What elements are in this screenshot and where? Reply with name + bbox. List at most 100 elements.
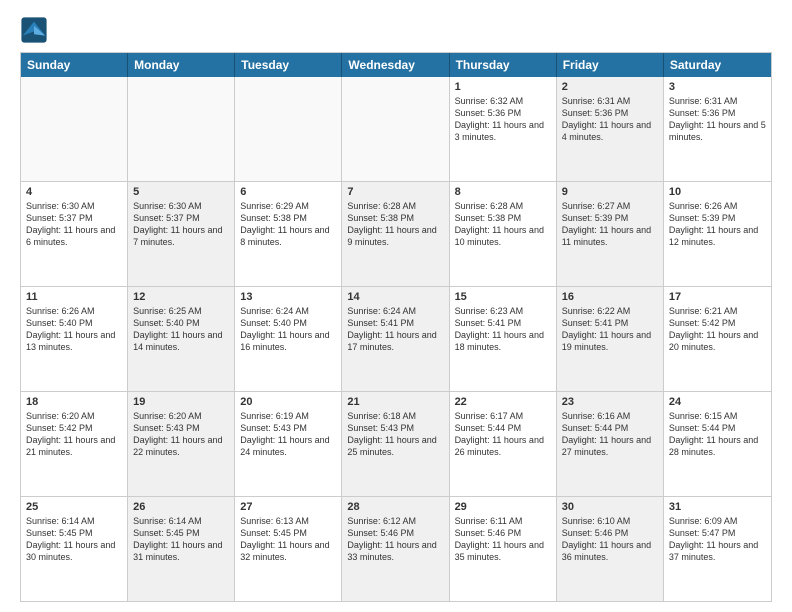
day-info-line: Sunset: 5:38 PM [347,213,414,223]
day-number: 14 [347,291,443,303]
calendar: SundayMondayTuesdayWednesdayThursdayFrid… [20,52,772,602]
calendar-cell: 30Sunrise: 6:10 AMSunset: 5:46 PMDayligh… [557,497,664,601]
header-day-tuesday: Tuesday [235,53,342,77]
day-number: 18 [26,396,122,408]
logo-icon [20,16,48,44]
day-number: 17 [669,291,766,303]
day-info-line: Daylight: 11 hours and 32 minutes. [240,540,329,562]
day-info-line: Sunrise: 6:26 AM [26,306,95,316]
day-info-line: Sunrise: 6:29 AM [240,201,309,211]
day-number: 10 [669,186,766,198]
day-info-line: Daylight: 11 hours and 6 minutes. [26,225,115,247]
day-info-line: Daylight: 11 hours and 10 minutes. [455,225,544,247]
day-number: 4 [26,186,122,198]
day-number: 22 [455,396,551,408]
calendar-week-4: 18 Sunrise: 6:20 AMSunset: 5:42 PMDayligh… [21,392,771,497]
calendar-cell: 9Sunrise: 6:27 AMSunset: 5:39 PMDaylight… [557,182,664,286]
day-number: 23 [562,396,658,408]
day-info-line: Sunset: 5:43 PM [133,423,200,433]
day-info: Sunrise: 6:30 AMSunset: 5:37 PMDaylight:… [133,200,229,249]
day-info-line: Sunset: 5:39 PM [562,213,629,223]
calendar-week-3: 11Sunrise: 6:26 AMSunset: 5:40 PMDayligh… [21,287,771,392]
day-info: Sunrise: 6:31 AMSunset: 5:36 PMDaylight:… [562,95,658,144]
day-info-line: Daylight: 11 hours and 35 minutes. [455,540,544,562]
day-info-line: Daylight: 11 hours and 26 minutes. [455,435,544,457]
page: SundayMondayTuesdayWednesdayThursdayFrid… [0,0,792,612]
day-info-line: Sunrise: 6:21 AM [669,306,738,316]
day-info-line: Sunset: 5:45 PM [133,528,200,538]
day-number: 3 [669,81,766,93]
day-info-line: Sunrise: 6:12 AM [347,516,416,526]
day-info-line: Sunset: 5:38 PM [240,213,307,223]
calendar-cell: 6 Sunrise: 6:29 AM Sunset: 5:38 PM Daylight… [235,182,342,286]
day-info-line: Daylight: 11 hours and 5 minutes. [669,120,766,142]
day-info-line: Sunrise: 6:31 AM [562,96,631,106]
day-info-line: Sunrise: 6:28 AM [347,201,416,211]
day-info: Sunrise: 6:18 AMSunset: 5:43 PMDaylight:… [347,410,443,459]
day-info: Sunrise: 6:15 AMSunset: 5:44 PMDaylight:… [669,410,766,459]
day-info-line: Daylight: 11 hours and 9 minutes. [347,225,436,247]
day-info-line: Daylight: 11 hours and 31 minutes. [133,540,222,562]
day-info: Sunrise: 6:26 AMSunset: 5:39 PMDaylight:… [669,200,766,249]
day-info-line: Sunset: 5:42 PM [26,423,93,433]
day-info-line: Sunrise: 6:30 AM [133,201,202,211]
day-info-line: Sunrise: 6:19 AM [240,411,309,421]
day-info: Sunrise: 6:29 AM Sunset: 5:38 PM Daylight:… [240,200,336,249]
day-number: 6 [240,186,336,198]
day-info-line: Daylight: 11 hours and 16 minutes. [240,330,329,352]
day-info-line: Daylight: 11 hours and 18 minutes. [455,330,544,352]
calendar-cell [128,77,235,181]
day-info: Sunrise: 6:27 AM Sunset: 5:39 PM Daylight:… [562,200,658,249]
day-info-line: Sunset: 5:46 PM [562,528,629,538]
day-number: 29 [455,501,551,513]
day-info-line: Sunset: 5:40 PM [133,318,200,328]
day-number: 19 [133,396,229,408]
calendar-cell: 12Sunrise: 6:25 AMSunset: 5:40 PMDayligh… [128,287,235,391]
day-info-line: Sunrise: 6:14 AM [26,516,95,526]
header-day-wednesday: Wednesday [342,53,449,77]
day-info: Sunrise: 6:24 AMSunset: 5:40 PMDaylight:… [240,305,336,354]
calendar-cell [235,77,342,181]
calendar-cell: 8Sunrise: 6:28 AMSunset: 5:38 PMDaylight… [450,182,557,286]
day-info: Sunrise: 6:13 AMSunset: 5:45 PMDaylight:… [240,515,336,564]
calendar-body: 1Sunrise: 6:32 AMSunset: 5:36 PMDaylight… [21,77,771,601]
day-info-line: Sunrise: 6:31 AM [669,96,738,106]
day-info-line: Sunset: 5:46 PM [455,528,522,538]
day-info: Sunrise: 6:22 AMSunset: 5:41 PMDaylight:… [562,305,658,354]
calendar-cell: 27Sunrise: 6:13 AMSunset: 5:45 PMDayligh… [235,497,342,601]
day-info-line: Sunrise: 6:14 AM [133,516,202,526]
day-info: Sunrise: 6:12 AMSunset: 5:46 PMDaylight:… [347,515,443,564]
calendar-cell [21,77,128,181]
day-number: 28 [347,501,443,513]
day-info: Sunrise: 6:28 AM Sunset: 5:38 PM Daylight:… [347,200,443,249]
day-info-line: Sunrise: 6:17 AM [455,411,524,421]
day-info-line: Daylight: 11 hours and 22 minutes. [133,435,222,457]
day-info-line: Sunset: 5:37 PM [133,213,200,223]
day-info-line: Daylight: 11 hours and 8 minutes. [240,225,329,247]
day-info-line: Sunset: 5:43 PM [347,423,414,433]
day-number: 1 [455,81,551,93]
day-info: Sunrise: 6:17 AMSunset: 5:44 PMDaylight:… [455,410,551,459]
day-info: Sunrise: 6:21 AMSunset: 5:42 PMDaylight:… [669,305,766,354]
day-info: Sunrise: 6:20 AMSunset: 5:42 PMDaylight:… [26,410,122,459]
day-info-line: Sunrise: 6:27 AM [562,201,631,211]
header-day-friday: Friday [557,53,664,77]
calendar-week-2: 4 Sunrise: 6:30 AM Sunset: 5:37 PM Daylight… [21,182,771,287]
day-info-line: Sunset: 5:36 PM [455,108,522,118]
day-info-line: Sunset: 5:44 PM [562,423,629,433]
day-info-line: Sunrise: 6:25 AM [133,306,202,316]
day-info-line: Daylight: 11 hours and 11 minutes. [562,225,651,247]
day-info: Sunrise: 6:16 AMSunset: 5:44 PMDaylight:… [562,410,658,459]
day-info-line: Daylight: 11 hours and 3 minutes. [455,120,544,142]
day-info: Sunrise: 6:28 AMSunset: 5:38 PMDaylight:… [455,200,551,249]
calendar-cell: 28 Sunrise: 6:12 AMSunset: 5:46 PMDayligh… [342,497,449,601]
day-info-line: Sunset: 5:43 PM [240,423,307,433]
day-info-line: Sunrise: 6:11 AM [455,516,523,526]
day-info-line: Daylight: 11 hours and 20 minutes. [669,330,758,352]
calendar-cell: 20Sunrise: 6:19 AMSunset: 5:43 PMDayligh… [235,392,342,496]
day-info-line: Sunset: 5:47 PM [669,528,736,538]
day-number: 21 [347,396,443,408]
calendar-cell: 18 Sunrise: 6:20 AMSunset: 5:42 PMDayligh… [21,392,128,496]
calendar-cell: 25Sunrise: 6:14 AMSunset: 5:45 PMDayligh… [21,497,128,601]
day-info-line: Daylight: 11 hours and 21 minutes. [26,435,115,457]
